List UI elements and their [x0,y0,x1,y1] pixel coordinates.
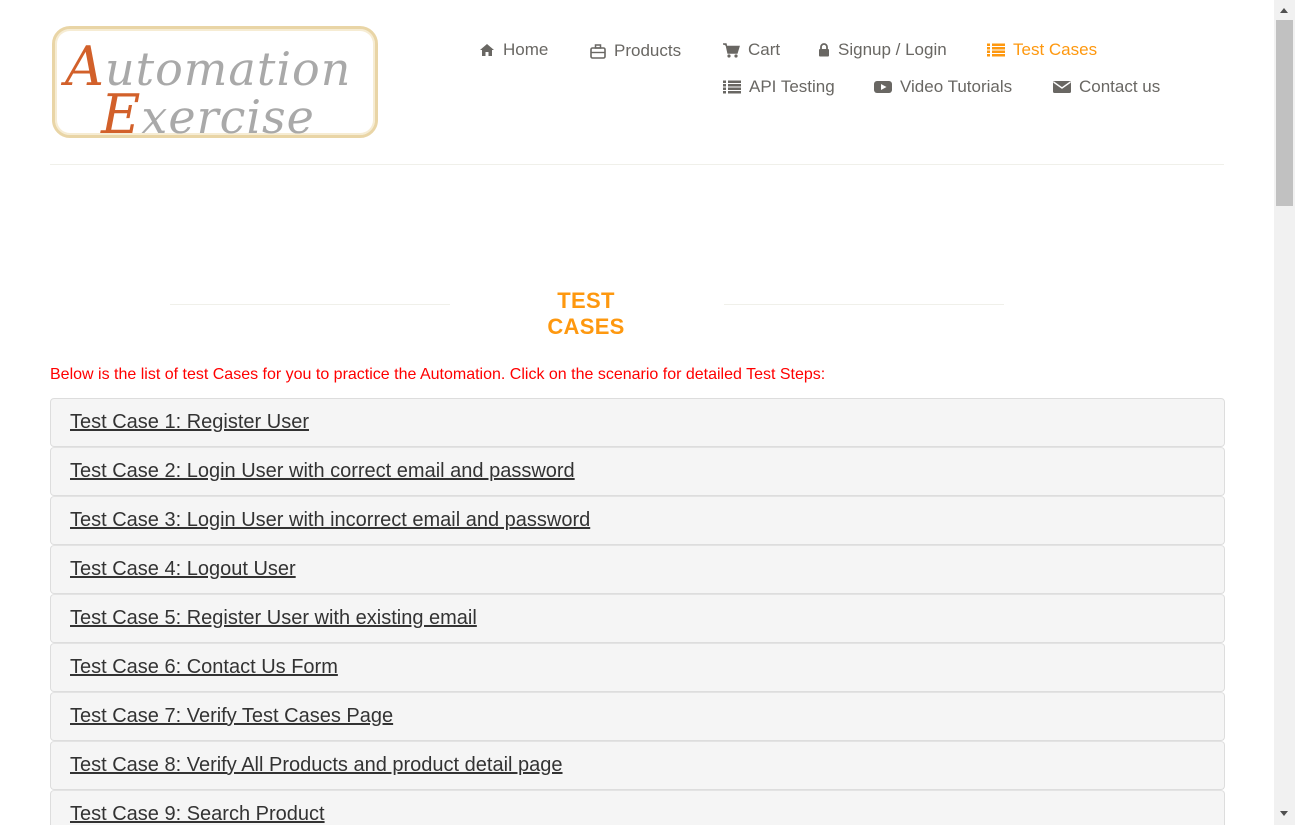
nav-cart[interactable]: Cart [723,40,780,60]
list-icon [987,43,1005,57]
logo-line-2: Exercise [101,83,315,146]
scroll-up-arrow-icon[interactable] [1280,8,1288,13]
test-case-link[interactable]: Test Case 5: Register User with existing… [70,607,477,630]
nav-products[interactable]: Products [590,41,681,61]
envelope-icon [1053,80,1071,94]
test-case-link[interactable]: Test Case 3: Login User with incorrect e… [70,509,590,532]
test-case-link[interactable]: Test Case 8: Verify All Products and pro… [70,754,563,777]
title-rule-right [724,304,1004,305]
page-title: TEST CASES [547,288,625,339]
list-icon [723,80,741,94]
test-case-link[interactable]: Test Case 2: Login User with correct ema… [70,460,575,483]
test-case-link[interactable]: Test Case 4: Logout User [70,558,296,581]
scrollbar-thumb[interactable] [1276,20,1293,206]
test-case-panel[interactable]: Test Case 5: Register User with existing… [50,594,1225,643]
header-divider [50,164,1224,165]
test-case-link[interactable]: Test Case 6: Contact Us Form [70,656,338,679]
test-case-panel[interactable]: Test Case 4: Logout User [50,545,1225,594]
test-case-link[interactable]: Test Case 1: Register User [70,411,309,434]
nav-video-tutorials[interactable]: Video Tutorials [874,77,1012,97]
section-title-wrap: TEST CASES [170,288,1004,339]
page: Automation Exercise Home Products Cart S… [0,0,1295,825]
intro-text: Below is the list of test Cases for you … [50,366,826,383]
nav-test-cases[interactable]: Test Cases [987,40,1097,60]
home-icon [479,43,495,57]
test-case-panel[interactable]: Test Case 3: Login User with incorrect e… [50,496,1225,545]
test-case-link[interactable]: Test Case 9: Search Product [70,803,325,825]
title-rule-left [170,304,450,305]
test-case-panel[interactable]: Test Case 9: Search Product [50,790,1225,825]
vertical-scrollbar[interactable] [1274,0,1295,825]
briefcase-icon [590,43,606,59]
test-case-panel[interactable]: Test Case 1: Register User [50,398,1225,447]
test-case-link[interactable]: Test Case 7: Verify Test Cases Page [70,705,393,728]
youtube-play-icon [874,80,892,94]
nav-signup-login[interactable]: Signup / Login [818,40,947,60]
lock-icon [818,43,830,57]
test-case-panel[interactable]: Test Case 8: Verify All Products and pro… [50,741,1225,790]
test-case-list: Test Case 1: Register User Test Case 2: … [50,398,1225,825]
nav-api-testing[interactable]: API Testing [723,77,835,97]
test-case-panel[interactable]: Test Case 6: Contact Us Form [50,643,1225,692]
test-case-panel[interactable]: Test Case 2: Login User with correct ema… [50,447,1225,496]
nav-home[interactable]: Home [479,40,548,60]
scroll-down-arrow-icon[interactable] [1280,811,1288,816]
test-case-panel[interactable]: Test Case 7: Verify Test Cases Page [50,692,1225,741]
site-logo[interactable]: Automation Exercise [52,26,378,146]
cart-icon [723,42,740,58]
nav-contact-us[interactable]: Contact us [1053,77,1160,97]
